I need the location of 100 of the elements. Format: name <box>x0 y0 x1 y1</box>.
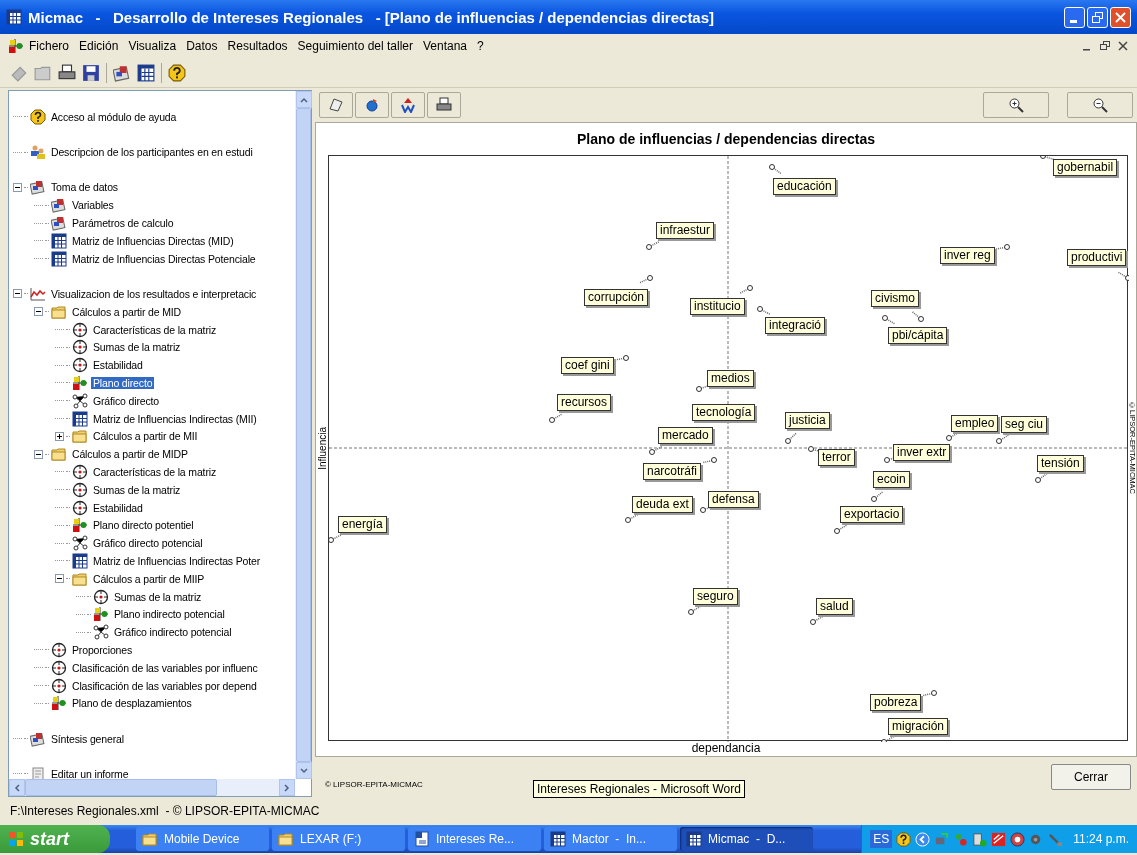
taskbar-button[interactable]: Intereses Re... <box>408 827 541 851</box>
point-label: deuda ext <box>632 496 693 513</box>
vertical-scrollbar[interactable] <box>295 91 311 779</box>
menu-item[interactable]: Visualiza <box>123 37 182 55</box>
expand-toggle[interactable] <box>55 574 64 584</box>
folder-icon <box>51 446 67 463</box>
tree-item[interactable]: Acceso al módulo de ayuda <box>49 110 179 123</box>
point-label: justicia <box>785 412 830 429</box>
tree-item[interactable]: Sumas de la matriz <box>91 341 183 354</box>
tree-item[interactable]: Cálculos a partir de MIDP <box>70 448 190 461</box>
menu-item[interactable]: Datos <box>181 37 223 55</box>
tree-item[interactable]: Estabilidad <box>91 359 145 372</box>
point-label: pbi/cápita <box>888 327 948 344</box>
restore-icon[interactable] <box>1099 40 1111 52</box>
point-label: gobernabil <box>1053 159 1118 176</box>
target-icon <box>72 499 88 516</box>
point-label: migración <box>888 718 949 735</box>
tree-item[interactable]: Toma de datos <box>49 181 120 194</box>
grid-icon <box>6 9 22 25</box>
minimize-button[interactable] <box>1064 6 1085 28</box>
tree-item[interactable]: Visualizacion de los resultados e interpretacic <box>49 287 259 300</box>
data-point <box>884 457 890 463</box>
tree-item[interactable]: Plano directo potentiel <box>91 519 196 532</box>
menu-item[interactable]: Fichero <box>24 37 74 55</box>
tree-item[interactable]: Síntesis general <box>49 732 126 745</box>
tree-item[interactable]: Variables <box>70 199 116 212</box>
point-label: institucio <box>690 298 745 315</box>
data-point <box>946 435 952 441</box>
menu-item[interactable]: ? <box>472 37 489 55</box>
horizontal-scrollbar[interactable] <box>9 779 295 796</box>
taskbar-button[interactable]: LEXAR (F:) <box>272 827 405 851</box>
point-label: narcotráfi <box>643 463 702 480</box>
tree-item[interactable]: Gráfico directo potencial <box>91 537 205 550</box>
data-point <box>625 517 631 523</box>
tree-item[interactable]: Editar un informe <box>49 767 131 779</box>
expand-toggle[interactable] <box>34 449 43 459</box>
expand-toggle[interactable] <box>13 289 22 299</box>
tree-item[interactable]: Matriz de Influencias Indirectas Poter <box>91 554 263 567</box>
clock-text: 11:24 p.m. <box>1073 832 1129 846</box>
tree-item[interactable]: Matriz de Influencias Directas (MID) <box>70 234 236 247</box>
tree-item[interactable]: Cálculos a partir de MIIP <box>91 572 207 585</box>
point-label: corrupción <box>584 289 649 306</box>
usb-icon[interactable] <box>1048 831 1064 847</box>
menu-item[interactable]: Edición <box>74 37 124 55</box>
data-point <box>931 690 937 696</box>
taskbar-button[interactable]: Mactor - In... <box>544 827 677 851</box>
tree-item[interactable]: Gráfico directo <box>91 394 162 407</box>
tree-item[interactable]: Cálculos a partir de MID <box>70 305 184 318</box>
print-button[interactable] <box>427 92 461 118</box>
tree-item[interactable]: Matriz de Influencias Indirectas (MII) <box>91 412 259 425</box>
tree-item[interactable]: Sumas de la matriz <box>91 483 183 496</box>
printer-icon[interactable] <box>58 63 76 82</box>
refresh-button[interactable] <box>355 92 389 118</box>
windows-logo <box>8 831 24 847</box>
tree-item[interactable]: Características de la matriz <box>91 323 218 336</box>
data-point <box>834 528 840 534</box>
data-point <box>549 417 555 423</box>
tree-item[interactable]: Clasificación de las variables por influenc <box>70 661 260 674</box>
zoom-in-button[interactable] <box>983 92 1049 118</box>
save-icon[interactable] <box>82 63 100 82</box>
expand-toggle[interactable] <box>55 431 64 441</box>
export-button[interactable] <box>391 92 425 118</box>
close-button[interactable]: Cerrar <box>1051 764 1131 790</box>
server-icon[interactable] <box>972 831 988 847</box>
point-label: salud <box>816 598 853 615</box>
tree-item[interactable]: Sumas de la matriz <box>112 590 204 603</box>
point-label: tensión <box>1037 455 1084 472</box>
taskbar-button[interactable]: Mobile Device <box>136 827 269 851</box>
restore-button[interactable] <box>1087 6 1108 28</box>
document-icon <box>414 831 430 847</box>
tree-item[interactable]: Parámetros de calculo <box>70 217 176 230</box>
language-indicator[interactable]: ES <box>870 830 893 848</box>
tree-item[interactable]: Plano de desplazamientos <box>70 697 194 710</box>
tree-item[interactable]: Clasificación de las variables por depend <box>70 679 259 692</box>
close-button[interactable] <box>1110 6 1131 28</box>
tree-item[interactable]: Gráfico indirecto potencial <box>112 626 234 639</box>
tree-item[interactable]: Descripcion de los participantes en en estudi <box>49 146 255 159</box>
zoom-out-button[interactable] <box>1067 92 1133 118</box>
point-label: inver extr <box>893 444 951 461</box>
tree-item[interactable]: Estabilidad <box>91 501 145 514</box>
tree-item[interactable]: Proporciones <box>70 643 135 656</box>
expand-toggle[interactable] <box>13 183 22 192</box>
taskbar-button[interactable]: Micmac - D... <box>680 827 813 851</box>
copy-button[interactable] <box>319 92 353 118</box>
menu-item[interactable]: Ventana <box>418 37 473 55</box>
tree-item[interactable]: Características de la matriz <box>91 465 218 478</box>
menu-item[interactable]: Seguimiento del taller <box>292 37 418 55</box>
chevron-icon[interactable] <box>915 831 931 847</box>
tree-item[interactable]: Plano indirecto potencial <box>112 608 227 621</box>
data-point <box>647 275 653 281</box>
tree-item[interactable]: Matriz de Influencias Directas Potenciale <box>70 252 258 265</box>
data-point <box>747 285 753 291</box>
tree-item[interactable]: Cálculos a partir de MII <box>91 430 200 443</box>
card-icon <box>30 730 46 747</box>
point-label: integració <box>765 317 826 334</box>
close-icon[interactable] <box>1117 40 1129 52</box>
expand-toggle[interactable] <box>34 307 43 317</box>
menu-item[interactable]: Resultados <box>222 37 293 55</box>
disc-icon[interactable] <box>1010 831 1026 847</box>
tree-item[interactable]: Plano directo <box>91 376 155 389</box>
